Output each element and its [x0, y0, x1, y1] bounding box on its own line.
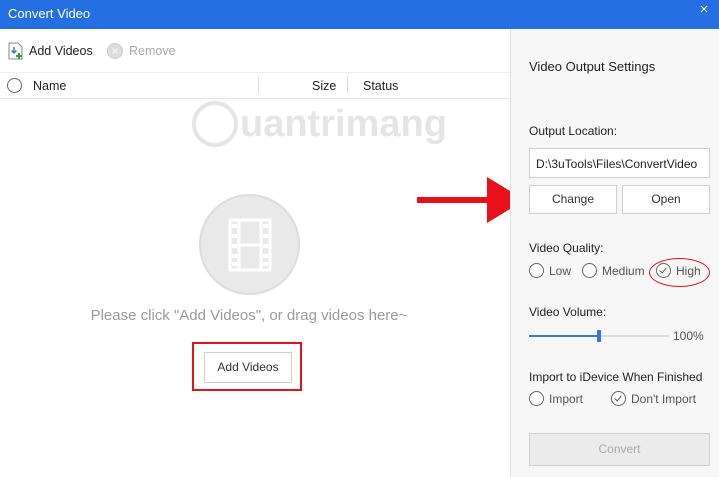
change-button[interactable]: Change	[529, 185, 617, 214]
option-label: Low	[549, 263, 572, 278]
quality-medium-radio[interactable]: Medium	[582, 263, 645, 278]
column-status[interactable]: Status	[363, 79, 398, 93]
quality-low-radio[interactable]: Low	[529, 263, 571, 278]
dont-import-radio[interactable]: Don't Import	[611, 391, 696, 406]
add-videos-label: Add Videos	[29, 44, 93, 58]
radio-icon	[529, 263, 544, 278]
select-all-checkbox[interactable]	[7, 78, 22, 94]
option-label: Don't Import	[631, 391, 696, 406]
watermark-logo: uantrimang	[192, 101, 447, 147]
column-name[interactable]: Name	[33, 79, 66, 93]
empty-hint: Please click "Add Videos", or drag video…	[90, 307, 408, 324]
convert-button[interactable]: Convert	[529, 433, 710, 466]
add-videos-toolbar-button[interactable]: Add Videos	[8, 42, 93, 60]
remove-icon: ×	[107, 43, 123, 59]
add-file-icon	[8, 42, 23, 60]
window-title: Convert Video	[8, 6, 91, 21]
option-label: Medium	[602, 263, 645, 278]
volume-value: 100%	[673, 329, 704, 343]
radio-checked-icon	[611, 391, 626, 406]
option-label: Import	[549, 391, 584, 406]
output-location-label: Output Location:	[529, 124, 618, 138]
radio-icon	[529, 391, 544, 406]
annotation-ellipse	[649, 258, 710, 287]
watermark-text: uantrimang	[240, 102, 447, 145]
volume-slider-thumb[interactable]	[597, 330, 601, 342]
import-label: Import to iDevice When Finished	[529, 370, 703, 384]
film-icon	[199, 194, 300, 295]
video-list-panel: Add Videos × Remove Name Size Status uan…	[0, 29, 510, 477]
volume-slider-fill	[529, 335, 599, 337]
close-icon[interactable]: ×	[689, 0, 719, 22]
column-separator	[347, 77, 348, 93]
settings-heading: Video Output Settings	[529, 59, 656, 74]
volume-label: Video Volume:	[529, 305, 607, 319]
column-separator	[258, 77, 259, 93]
open-button[interactable]: Open	[622, 185, 710, 214]
import-radio[interactable]: Import	[529, 391, 583, 406]
radio-icon	[582, 263, 597, 278]
volume-slider-track[interactable]	[529, 330, 669, 342]
add-videos-button[interactable]: Add Videos	[204, 352, 292, 383]
title-bar: Convert Video ×	[0, 0, 719, 29]
output-settings-panel: Video Output Settings Output Location: D…	[510, 29, 719, 477]
remove-label: Remove	[129, 44, 176, 58]
column-size[interactable]: Size	[312, 79, 336, 93]
remove-button[interactable]: × Remove	[107, 43, 176, 59]
table-header: Name Size Status	[0, 73, 510, 99]
output-location-field[interactable]: D:\3uTools\Files\ConvertVideo	[529, 148, 710, 178]
quality-label: Video Quality:	[529, 241, 604, 255]
